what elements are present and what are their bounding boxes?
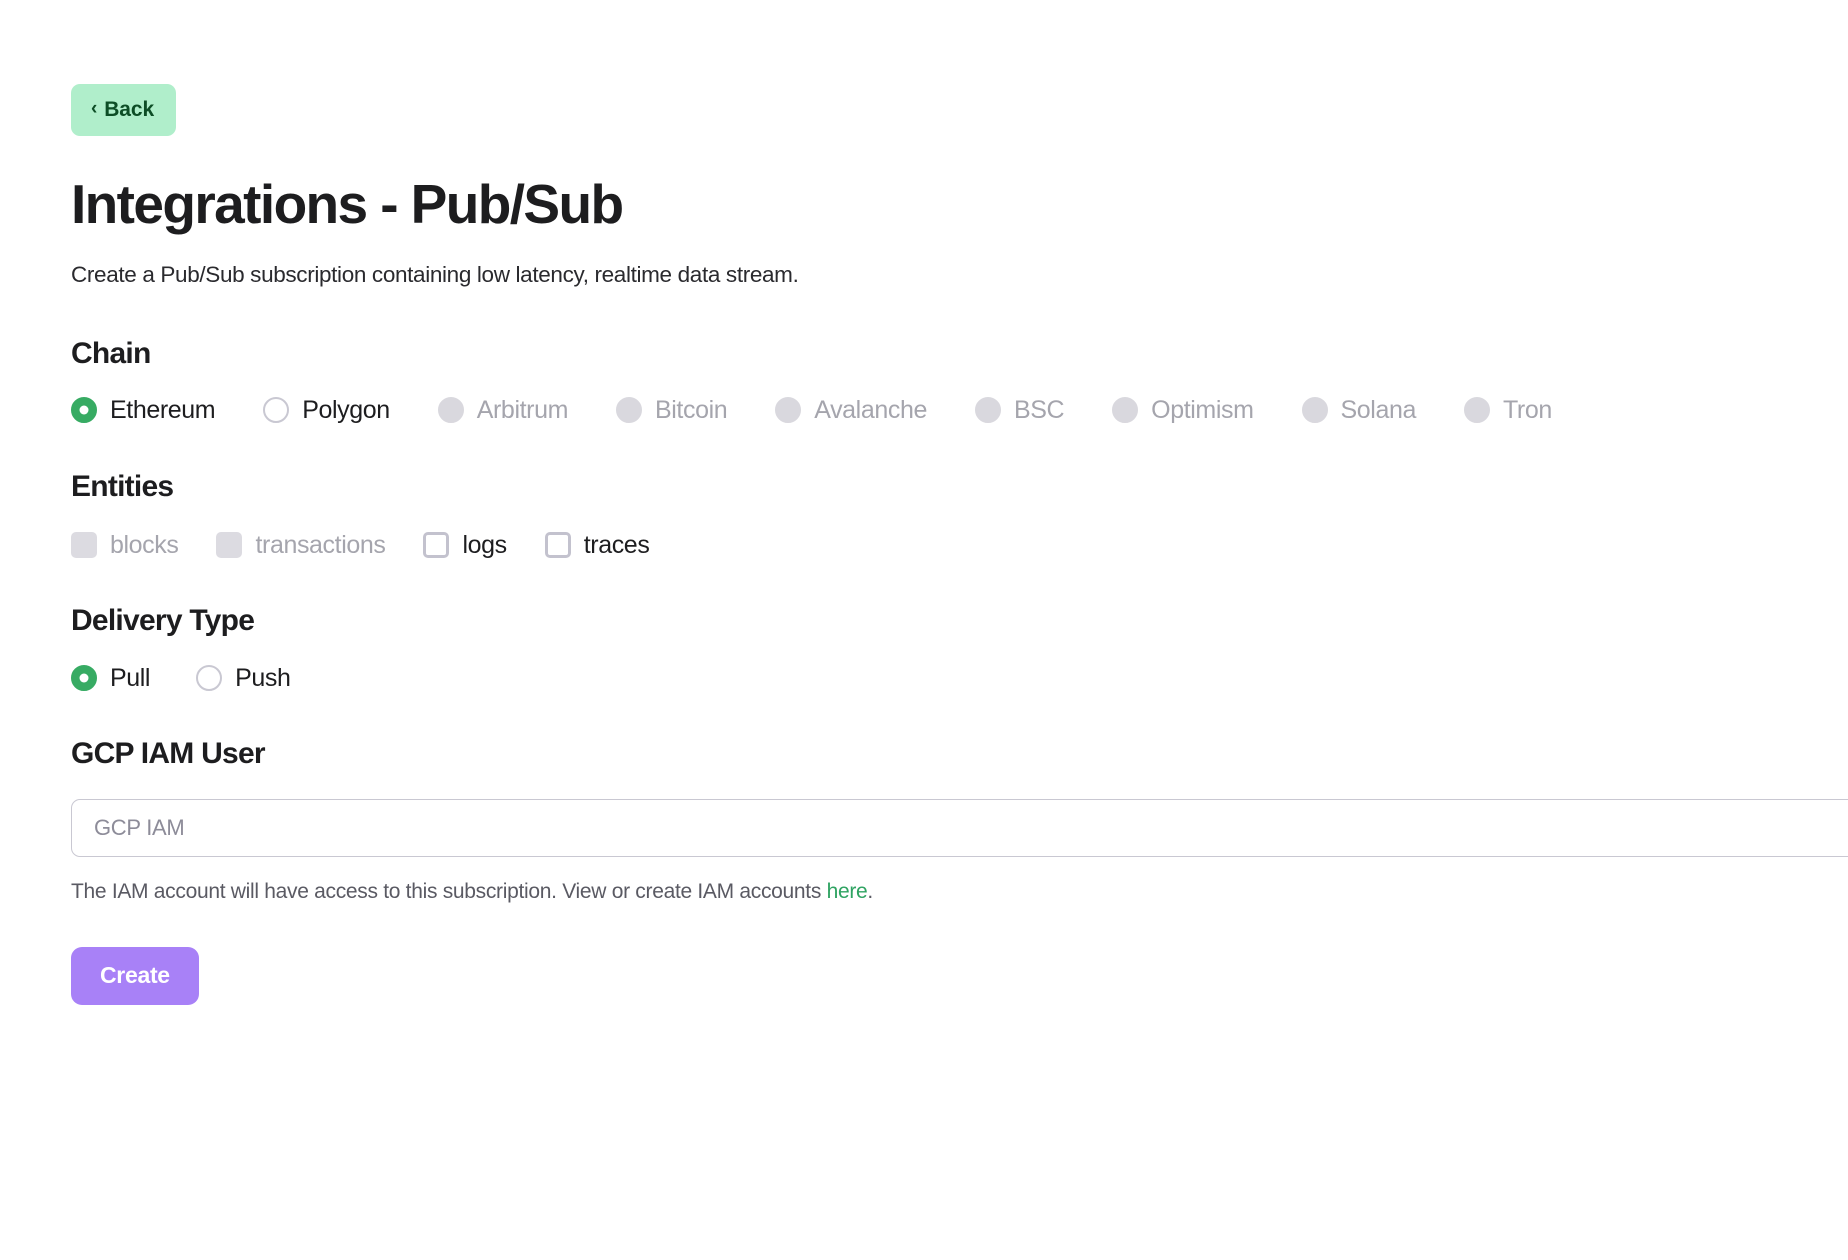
delivery-option-pull[interactable]: Pull [71, 665, 150, 691]
chevron-left-icon: ‹ [91, 98, 98, 119]
section-heading-chain: Chain [71, 337, 151, 370]
chain-option-label: Ethereum [110, 395, 216, 424]
chain-option-label: Bitcoin [655, 395, 728, 424]
checkbox-icon [71, 532, 97, 558]
radio-icon [616, 397, 642, 423]
entity-option-traces[interactable]: traces [544, 530, 650, 559]
chain-option-label: Polygon [302, 395, 390, 424]
radio-icon[interactable] [263, 397, 290, 423]
chain-option-label: BSC [1013, 395, 1065, 424]
chain-option-avalanche: Avalanche [775, 397, 927, 423]
entity-option-logs[interactable]: logs [423, 530, 507, 559]
delivery-option-push[interactable]: Push [196, 663, 291, 692]
entity-option-transactions: transactions [216, 530, 386, 559]
chain-option-optimism: Optimism [1112, 395, 1254, 424]
section-heading-entities: Entities [71, 470, 174, 503]
radio-icon[interactable] [196, 665, 223, 691]
checkbox-icon [216, 532, 243, 558]
chain-option-ethereum[interactable]: Ethereum [71, 395, 216, 424]
chain-option-label: Solana [1340, 395, 1417, 424]
delivery-type-option-group: Pull Push [71, 665, 1848, 691]
entity-option-label: logs [462, 530, 507, 559]
section-heading-delivery-type: Delivery Type [71, 604, 255, 637]
radio-icon[interactable] [71, 665, 97, 691]
entity-option-label: blocks [110, 530, 179, 559]
chain-option-tron: Tron [1463, 395, 1552, 424]
gcp-iam-helper-text: The IAM account will have access to this… [71, 879, 1848, 905]
chain-option-bitcoin: Bitcoin [616, 395, 728, 424]
integrations-pubsub-page: ‹ Back Integrations - Pub/Sub Create a P… [0, 0, 1848, 1260]
chain-option-arbitrum: Arbitrum [437, 395, 569, 424]
radio-icon [1112, 397, 1139, 423]
chain-option-label: Tron [1502, 395, 1552, 424]
back-button[interactable]: ‹ Back [71, 84, 177, 136]
helper-text-body: The IAM account will have access to this… [71, 880, 827, 903]
chain-option-label: Arbitrum [476, 395, 569, 424]
delivery-option-label: Push [235, 663, 291, 692]
entity-option-label: transactions [255, 530, 386, 559]
radio-icon [775, 397, 802, 423]
radio-icon [974, 397, 1001, 423]
radio-icon [1463, 397, 1490, 423]
radio-icon [437, 397, 464, 423]
gcp-iam-input[interactable] [71, 799, 1848, 857]
chain-option-label: Optimism [1151, 395, 1254, 424]
radio-icon[interactable] [71, 397, 97, 423]
checkbox-icon[interactable] [544, 532, 571, 558]
chain-option-label: Avalanche [814, 395, 927, 424]
chain-option-solana: Solana [1301, 395, 1417, 424]
iam-accounts-link[interactable]: here [827, 880, 868, 903]
chain-option-polygon[interactable]: Polygon [263, 397, 390, 423]
entity-option-label: traces [583, 530, 650, 559]
create-button[interactable]: Create [71, 947, 199, 1006]
page-subtitle: Create a Pub/Sub subscription containing… [71, 261, 799, 287]
radio-icon [1301, 397, 1328, 423]
entities-option-group: blocks transactions logs traces [71, 532, 1848, 558]
delivery-option-label: Pull [110, 663, 151, 692]
page-content: ‹ Back Integrations - Pub/Sub Create a P… [71, 0, 1848, 1006]
chain-option-bsc: BSC [974, 395, 1065, 424]
checkbox-icon[interactable] [423, 532, 450, 558]
section-heading-gcp-iam-user: GCP IAM User [71, 737, 266, 770]
page-title: Integrations - Pub/Sub [71, 173, 624, 235]
entity-option-blocks: blocks [71, 530, 179, 559]
helper-text-suffix: . [867, 880, 873, 903]
back-button-label: Back [104, 98, 155, 121]
chain-option-group: Ethereum Polygon Arbitrum Bitcoin Avalan… [71, 397, 1848, 423]
